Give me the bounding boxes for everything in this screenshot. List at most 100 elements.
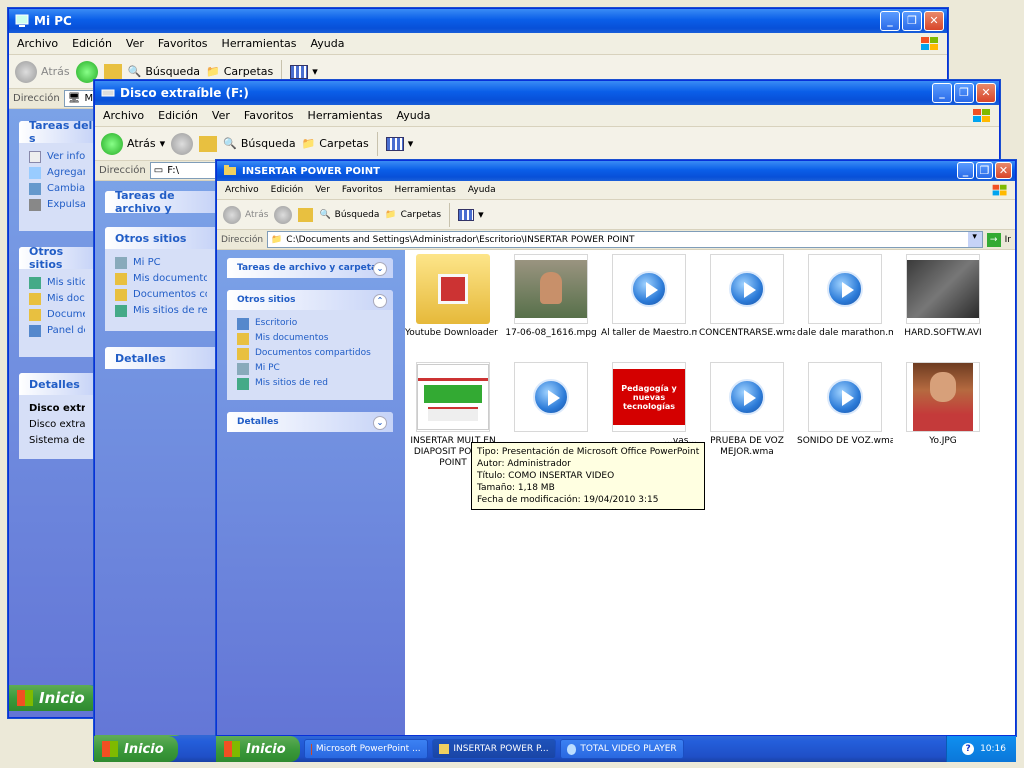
start-button[interactable]: Inicio: [94, 736, 178, 762]
menu-favoritos[interactable]: Favoritos: [158, 37, 208, 50]
up-folder-button[interactable]: [298, 207, 314, 222]
place-shared[interactable]: Documentos compa: [115, 287, 207, 303]
task-view-info[interactable]: Ver infor: [29, 149, 85, 165]
task-eject[interactable]: Expulsar: [29, 197, 85, 213]
place-network[interactable]: Mis sitios de red: [115, 303, 207, 319]
search-button[interactable]: 🔍 Búsqueda: [128, 65, 200, 78]
other-places-header[interactable]: Otros sitios: [105, 227, 217, 249]
dropdown-arrow-icon[interactable]: ▾: [967, 232, 982, 247]
taskbar-item-powerpoint[interactable]: Microsoft PowerPoint ...: [303, 739, 428, 759]
file-item-youtube-downloader[interactable]: Youtube Downloader HD: [405, 254, 501, 338]
maximize-button[interactable]: ❐: [902, 11, 922, 31]
folders-button[interactable]: 📁 Carpetas: [206, 65, 273, 78]
menu-archivo[interactable]: Archivo: [17, 37, 58, 50]
menu-edicion[interactable]: Edición: [72, 37, 112, 50]
menu-herramientas[interactable]: Herramientas: [308, 109, 383, 122]
file-item-wma[interactable]: CONCENTRARSE.wma: [699, 254, 795, 338]
taskbar-item-video-player[interactable]: TOTAL VIDEO PLAYER: [559, 739, 684, 759]
system-tasks-header[interactable]: Tareas del s: [19, 119, 95, 145]
minimize-button[interactable]: _: [880, 11, 900, 31]
menu-favoritos[interactable]: Favoritos: [342, 185, 383, 195]
views-button[interactable]: ▾: [290, 64, 318, 79]
up-folder-button[interactable]: [103, 63, 122, 80]
back-button[interactable]: Atrás: [15, 60, 70, 83]
file-item-slide[interactable]: Pedagogía y nuevas tecnologías ...vas...: [601, 362, 697, 446]
file-item-mpg[interactable]: 17-06-08_1616.mpg: [503, 254, 599, 338]
views-button[interactable]: ▾: [385, 136, 413, 151]
place-my-pc[interactable]: Mi PC: [237, 361, 383, 376]
file-item-mp3[interactable]: dale dale marathon.mp3: [797, 254, 893, 338]
clock[interactable]: 10:16: [980, 744, 1006, 754]
maximize-button[interactable]: ❐: [954, 83, 974, 103]
file-item-wma[interactable]: PRUEBA DE VOZ MEJOR.wma: [699, 362, 795, 458]
go-arrow-icon[interactable]: →: [986, 232, 1001, 247]
folders-button[interactable]: 📁 Carpetas: [302, 137, 369, 150]
back-button[interactable]: Atrás ▾: [101, 132, 165, 155]
details-header[interactable]: Detalles ⌄: [227, 412, 393, 432]
file-list[interactable]: Youtube Downloader HD 17-06-08_1616.mpg …: [405, 250, 1015, 735]
back-button[interactable]: Atrás: [223, 205, 268, 224]
close-button[interactable]: ✕: [924, 11, 944, 31]
place-documents[interactable]: Mis docu: [29, 291, 85, 307]
chevron-down-icon[interactable]: ⌄: [373, 416, 387, 430]
taskbar-item-insertar[interactable]: INSERTAR POWER P...: [431, 739, 556, 759]
place-desktop[interactable]: Escritorio: [237, 316, 383, 331]
place-network[interactable]: Mis sitios: [29, 275, 85, 291]
place-control-panel[interactable]: Panel de: [29, 323, 85, 339]
views-button[interactable]: ▾: [458, 208, 484, 221]
details-header[interactable]: Detalles: [105, 347, 217, 369]
menu-ayuda[interactable]: Ayuda: [310, 37, 344, 50]
search-button[interactable]: 🔍 Búsqueda: [223, 137, 295, 150]
folders-button[interactable]: 📁 Carpetas: [385, 210, 441, 220]
menu-archivo[interactable]: Archivo: [225, 185, 259, 195]
other-places-header[interactable]: Otros sitios: [19, 245, 95, 271]
title-bar[interactable]: INSERTAR POWER POINT _ ❐ ✕: [217, 161, 1015, 181]
minimize-button[interactable]: _: [957, 162, 974, 179]
task-change[interactable]: Cambiar: [29, 181, 85, 197]
menu-ver[interactable]: Ver: [212, 109, 230, 122]
chevron-down-icon[interactable]: ⌄: [373, 262, 387, 276]
file-item-wma[interactable]: SONIDO DE VOZ.wma: [797, 362, 893, 446]
start-button[interactable]: Inicio: [9, 685, 99, 711]
menu-edicion[interactable]: Edición: [271, 185, 304, 195]
close-button[interactable]: ✕: [995, 162, 1012, 179]
menu-ver[interactable]: Ver: [315, 185, 330, 195]
place-documents[interactable]: Mis documentos: [237, 331, 383, 346]
chevron-up-icon[interactable]: ⌃: [373, 294, 387, 308]
file-tasks-header[interactable]: Tareas de archivo y carpeta ⌄: [227, 258, 393, 278]
menu-herramientas[interactable]: Herramientas: [395, 185, 456, 195]
place-network[interactable]: Mis sitios de red: [237, 376, 383, 391]
forward-button[interactable]: [274, 205, 293, 224]
file-item-media[interactable]: [503, 362, 599, 436]
file-item-avi[interactable]: HARD.SOFTW.AVI: [895, 254, 991, 338]
details-header[interactable]: Detalles: [19, 373, 95, 395]
menu-herramientas[interactable]: Herramientas: [222, 37, 297, 50]
minimize-button[interactable]: _: [932, 83, 952, 103]
title-bar[interactable]: Disco extraíble (F:) _ ❐ ✕: [95, 81, 999, 105]
title-bar[interactable]: Mi PC _ ❐ ✕: [9, 9, 947, 33]
close-button[interactable]: ✕: [976, 83, 996, 103]
window-insertar-power-point[interactable]: INSERTAR POWER POINT _ ❐ ✕ Archivo Edici…: [216, 160, 1016, 736]
place-shared[interactable]: Documentos compartidos: [237, 346, 383, 361]
place-documents[interactable]: Mis documentos: [115, 271, 207, 287]
task-add[interactable]: Agregar: [29, 165, 85, 181]
other-places-header[interactable]: Otros sitios ⌃: [227, 290, 393, 310]
menu-favoritos[interactable]: Favoritos: [244, 109, 294, 122]
help-icon[interactable]: ?: [962, 743, 975, 755]
up-folder-button[interactable]: [199, 135, 218, 152]
file-item-mp3[interactable]: Al taller de Maestro.mp3: [601, 254, 697, 338]
forward-button[interactable]: [171, 132, 194, 155]
maximize-button[interactable]: ❐: [976, 162, 993, 179]
start-button[interactable]: Inicio: [216, 736, 300, 762]
menu-archivo[interactable]: Archivo: [103, 109, 144, 122]
address-input[interactable]: 📁 C:\Documents and Settings\Administrador…: [267, 231, 983, 248]
place-my-pc[interactable]: Mi PC: [115, 255, 207, 271]
go-button[interactable]: Ir: [1005, 235, 1015, 245]
menu-ayuda[interactable]: Ayuda: [396, 109, 430, 122]
file-item-jpg[interactable]: Yo.JPG: [895, 362, 991, 446]
menu-ayuda[interactable]: Ayuda: [468, 185, 496, 195]
place-shared[interactable]: Documen: [29, 307, 85, 323]
search-button[interactable]: 🔍 Búsqueda: [319, 210, 379, 220]
menu-ver[interactable]: Ver: [126, 37, 144, 50]
file-tasks-header[interactable]: Tareas de archivo y: [105, 189, 217, 215]
